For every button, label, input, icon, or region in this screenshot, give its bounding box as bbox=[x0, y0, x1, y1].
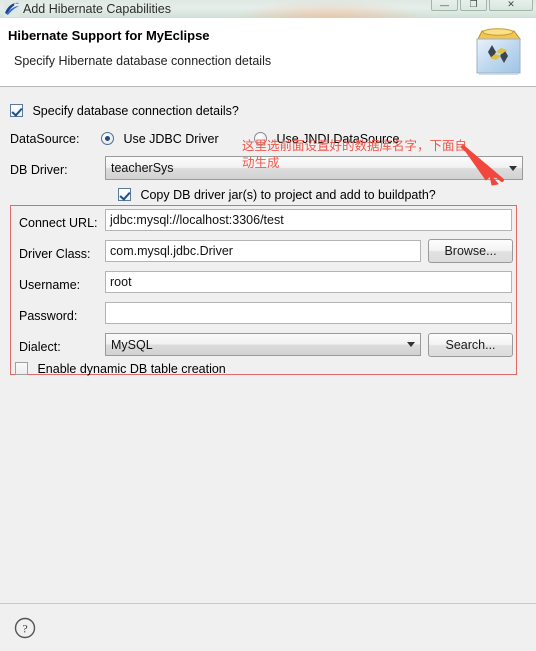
copy-jars-checkbox[interactable] bbox=[118, 188, 131, 201]
search-button-label: Search... bbox=[445, 338, 496, 352]
username-label: Username: bbox=[19, 278, 81, 292]
page-subtitle: Specify Hibernate database connection de… bbox=[14, 54, 272, 68]
annotation-text: 这里选前面设置好的数据库名字，下面自 动生成 bbox=[242, 139, 468, 170]
enable-dynamic-row[interactable]: Enable dynamic DB table creation bbox=[15, 360, 226, 378]
connect-url-value: jdbc:mysql://localhost:3306/test bbox=[110, 213, 284, 227]
dialect-label: Dialect: bbox=[19, 340, 61, 354]
hibernate-folder-icon bbox=[476, 28, 521, 75]
db-driver-label: DB Driver: bbox=[10, 163, 68, 177]
question-mark-help-icon[interactable]: ? bbox=[14, 617, 36, 639]
driver-class-value: com.mysql.jdbc.Driver bbox=[110, 244, 233, 258]
specify-connection-row[interactable]: Specify database connection details? bbox=[10, 102, 239, 120]
username-label-wrap: Username: bbox=[19, 276, 80, 294]
minimize-button[interactable]: — bbox=[431, 0, 458, 11]
password-input[interactable] bbox=[105, 302, 512, 324]
myeclipse-icon bbox=[4, 1, 20, 17]
password-label-wrap: Password: bbox=[19, 307, 77, 325]
browse-button[interactable]: Browse... bbox=[428, 239, 513, 263]
use-jdbc-driver-radio[interactable] bbox=[101, 132, 114, 145]
specify-connection-checkbox[interactable] bbox=[10, 104, 23, 117]
close-icon: ✕ bbox=[507, 0, 515, 9]
maximize-button[interactable]: ❐ bbox=[460, 0, 487, 11]
db-driver-value: teacherSys bbox=[111, 161, 174, 175]
copy-jars-label: Copy DB driver jar(s) to project and add… bbox=[140, 188, 436, 202]
specify-connection-label: Specify database connection details? bbox=[32, 104, 239, 118]
wizard-body: Specify database connection details? Dat… bbox=[0, 88, 536, 603]
datasource-label: DataSource: bbox=[10, 132, 80, 146]
title-bar-glow bbox=[230, 0, 430, 18]
minimize-icon: — bbox=[440, 0, 449, 10]
window-title: Add Hibernate Capabilities bbox=[23, 2, 172, 16]
connect-url-input[interactable]: jdbc:mysql://localhost:3306/test bbox=[105, 209, 512, 231]
driver-class-label-wrap: Driver Class: bbox=[19, 245, 91, 263]
password-label: Password: bbox=[19, 309, 78, 323]
chevron-down-icon bbox=[406, 342, 415, 347]
db-driver-label-wrap: DB Driver: bbox=[10, 161, 68, 179]
page-title: Hibernate Support for MyEclipse bbox=[8, 28, 210, 43]
maximize-icon: ❐ bbox=[469, 0, 478, 9]
dialect-combo[interactable]: MySQL bbox=[105, 333, 421, 356]
driver-class-label: Driver Class: bbox=[19, 247, 91, 261]
datasource-label-wrap: DataSource: bbox=[10, 130, 79, 148]
driver-class-input[interactable]: com.mysql.jdbc.Driver bbox=[105, 240, 421, 262]
dialect-label-wrap: Dialect: bbox=[19, 338, 61, 356]
connect-url-label: Connect URL: bbox=[19, 216, 98, 230]
dialect-value: MySQL bbox=[111, 337, 153, 352]
dialog-footer: ? < Back Next > Finish Cancel bbox=[0, 603, 536, 651]
copy-jars-row[interactable]: Copy DB driver jar(s) to project and add… bbox=[118, 186, 436, 204]
title-bar[interactable]: Add Hibernate Capabilities — ❐ ✕ bbox=[0, 0, 536, 18]
dialect-dropdown-arrow[interactable] bbox=[402, 335, 419, 354]
username-input[interactable]: root bbox=[105, 271, 512, 293]
search-button[interactable]: Search... bbox=[428, 333, 513, 357]
enable-dynamic-checkbox[interactable] bbox=[15, 362, 28, 375]
wizard-header: Hibernate Support for MyEclipse Specify … bbox=[0, 18, 536, 87]
connect-url-label-wrap: Connect URL: bbox=[19, 214, 98, 232]
datasource-option-jdbc[interactable]: Use JDBC Driver bbox=[101, 130, 219, 148]
enable-dynamic-label: Enable dynamic DB table creation bbox=[37, 362, 226, 376]
use-jdbc-driver-label: Use JDBC Driver bbox=[123, 132, 219, 146]
close-button[interactable]: ✕ bbox=[489, 0, 533, 11]
window-controls: — ❐ ✕ bbox=[431, 0, 533, 11]
browse-button-label: Browse... bbox=[444, 244, 497, 258]
svg-text:?: ? bbox=[22, 622, 27, 636]
red-arrow-icon bbox=[461, 145, 504, 186]
username-value: root bbox=[110, 275, 132, 289]
dialog-window: Add Hibernate Capabilities — ❐ ✕ Hiberna… bbox=[0, 0, 536, 651]
